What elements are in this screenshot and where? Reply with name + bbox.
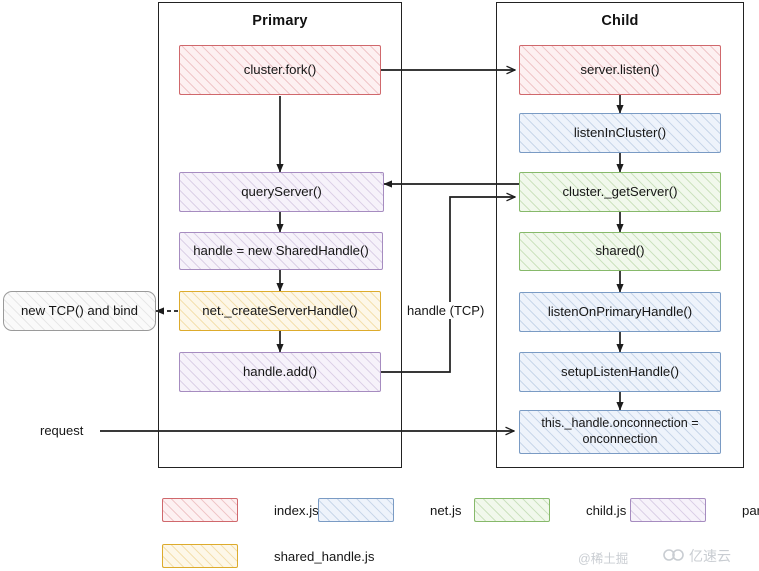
legend-item-net-js[interactable]: net.js	[318, 498, 462, 522]
legend-label-child-js: child.js	[586, 502, 627, 518]
watermark-juejin-text: @稀土掘	[578, 552, 629, 566]
node-shared-label: shared()	[595, 243, 645, 259]
legend-label-parent-js: parent.js	[742, 502, 759, 518]
node-cluster-fork[interactable]: cluster.fork()	[179, 45, 381, 95]
node-new-tcp-and-bind[interactable]: new TCP() and bind	[3, 291, 156, 331]
legend-swatch-net-js	[318, 498, 394, 522]
legend-item-shared-handle-js[interactable]: shared_handle.js	[162, 544, 374, 568]
node-listen-in-cluster-label: listenInCluster()	[573, 124, 667, 140]
legend-swatch-child-js	[474, 498, 550, 522]
node-new-shared-handle-label: handle = new SharedHandle()	[193, 242, 369, 258]
node-create-server-handle-label: net._createServerHandle()	[202, 302, 358, 318]
swimlane-child-title: Child	[601, 13, 639, 29]
node-listen-in-cluster[interactable]: listenInCluster()	[519, 113, 721, 153]
cloud-icon	[663, 547, 685, 565]
edge-label-request: request	[37, 422, 87, 439]
watermark-yisuyun-text: 亿速云	[689, 548, 731, 564]
diagram-canvas: Primary Child cluster.fork() queryServer…	[0, 0, 759, 571]
swimlane-primary-title: Primary	[252, 13, 308, 29]
node-handle-add-label: handle.add()	[242, 363, 318, 379]
legend-swatch-index-js	[162, 498, 238, 522]
legend-label-index-js: index.js	[274, 502, 319, 518]
legend-label-shared-handle-js: shared_handle.js	[274, 548, 375, 564]
legend-item-parent-js[interactable]: parent.js	[630, 498, 759, 522]
legend-label-net-js: net.js	[430, 502, 462, 518]
node-shared[interactable]: shared()	[519, 232, 721, 271]
node-query-server[interactable]: queryServer()	[179, 172, 384, 212]
node-setup-listen-handle-label: setupListenHandle()	[560, 363, 680, 379]
node-cluster-get-server-label: cluster._getServer()	[562, 183, 678, 199]
node-setup-listen-handle[interactable]: setupListenHandle()	[519, 352, 721, 392]
node-new-tcp-and-bind-label: new TCP() and bind	[20, 302, 139, 318]
legend-item-child-js[interactable]: child.js	[474, 498, 626, 522]
node-cluster-fork-label: cluster.fork()	[243, 61, 317, 77]
node-onconnection-label: this._handle.onconnection = onconnection	[541, 416, 699, 446]
watermark-yisuyun: 亿速云	[663, 546, 731, 566]
node-create-server-handle[interactable]: net._createServerHandle()	[179, 291, 381, 331]
legend-swatch-shared-handle-js	[162, 544, 238, 568]
node-cluster-get-server[interactable]: cluster._getServer()	[519, 172, 721, 212]
node-handle-add[interactable]: handle.add()	[179, 352, 381, 392]
node-server-listen[interactable]: server.listen()	[519, 45, 721, 95]
node-onconnection[interactable]: this._handle.onconnection = onconnection	[519, 410, 721, 454]
legend-swatch-parent-js	[630, 498, 706, 522]
watermark-juejin: @稀土掘	[578, 548, 628, 567]
node-server-listen-label: server.listen()	[580, 61, 660, 77]
node-listen-on-primary-handle-label: listenOnPrimaryHandle()	[547, 303, 693, 319]
node-listen-on-primary-handle[interactable]: listenOnPrimaryHandle()	[519, 292, 721, 332]
node-query-server-label: queryServer()	[241, 183, 322, 199]
node-new-shared-handle[interactable]: handle = new SharedHandle()	[179, 232, 383, 270]
legend-item-index-js[interactable]: index.js	[162, 498, 319, 522]
edge-label-handle-tcp: handle (TCP)	[404, 302, 488, 319]
